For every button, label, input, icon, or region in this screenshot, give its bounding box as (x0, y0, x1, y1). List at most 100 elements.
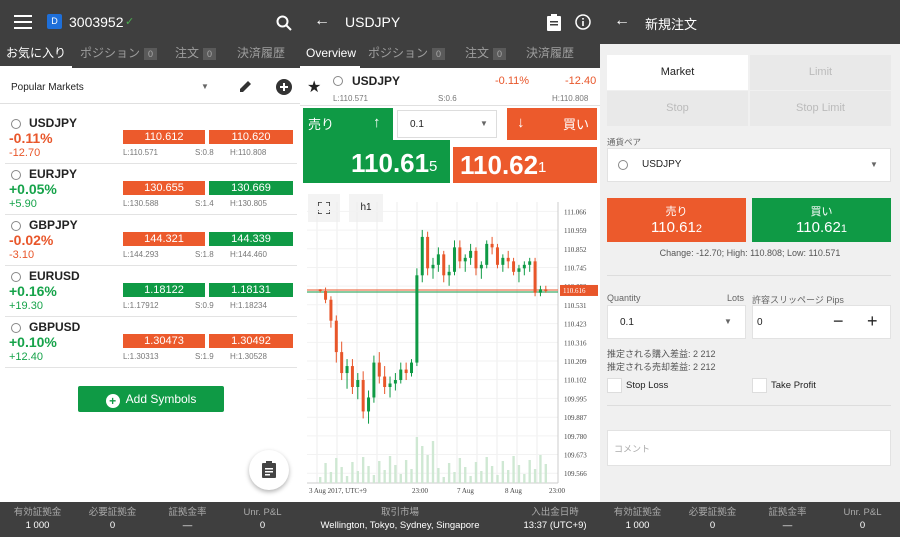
low-label: L:110.571 (333, 94, 368, 103)
ask-price[interactable]: 1.30492 (209, 334, 293, 348)
candle-body (469, 250, 473, 258)
watchlist-row[interactable]: EURUSD +0.16% +19.30 1.18122 1.18131 L:1.1791… (5, 266, 297, 317)
tab-positions[interactable]: ポジション 0 (80, 44, 158, 68)
back-arrow-icon[interactable]: ← (614, 12, 630, 30)
watchlist-selector[interactable]: Popular Markets ▼ (0, 70, 300, 104)
volume-bar (319, 477, 322, 483)
candle-body (506, 257, 510, 262)
spread-label: S:0.8 (195, 148, 214, 157)
volume-bar (345, 476, 349, 483)
volume-bar (469, 476, 472, 483)
ask-price[interactable]: 1.18131 (209, 283, 293, 297)
sell-button[interactable]: 売り 110.612 (607, 198, 746, 242)
watchlist-row[interactable]: GBPUSD +0.10% +12.40 1.30473 1.30492 L:1.3031… (5, 317, 297, 368)
clipboard-icon[interactable] (547, 14, 561, 31)
radio-icon (11, 170, 21, 180)
ask-price[interactable]: 144.339 (209, 232, 293, 246)
volume-bar (447, 463, 451, 483)
watchlist-row[interactable]: EURJPY +0.05% +5.90 130.655 130.669 L:130.588… (5, 164, 297, 215)
bid-price[interactable]: 130.655 (123, 181, 205, 195)
edit-icon[interactable] (238, 79, 253, 94)
y-tick-label: 109.887 (564, 414, 587, 422)
volume-bar (539, 455, 542, 483)
volume-bar (496, 475, 499, 483)
candle-body (420, 236, 424, 276)
volume-bar (335, 458, 338, 483)
order-type-stop-limit[interactable]: Stop Limit (750, 91, 891, 126)
tab-history[interactable]: 決済履歴 (526, 44, 574, 68)
candle-body (404, 369, 408, 374)
quantity-select[interactable]: 0.1 ▼ (397, 110, 497, 138)
buy-button[interactable]: 買い 110.621 (752, 198, 891, 242)
candle-body (383, 376, 387, 388)
order-type-limit[interactable]: Limit (750, 55, 891, 90)
estimated-buy-margin: 推定される購入差益: 2 212 (607, 349, 716, 359)
back-arrow-icon[interactable]: ← (314, 12, 330, 30)
change-percent: -0.11% (495, 75, 530, 87)
take-profit-checkbox[interactable] (752, 378, 767, 393)
volume-bar (329, 472, 333, 483)
add-symbols-button[interactable]: + Add Symbols (78, 386, 224, 412)
candle-body (522, 264, 526, 269)
y-tick-label: 110.745 (564, 264, 587, 272)
add-icon[interactable] (276, 79, 292, 95)
ask-price[interactable]: 130.669 (209, 181, 293, 195)
candle-body (367, 397, 371, 412)
stop-loss-checkbox[interactable] (607, 378, 622, 393)
slippage-input[interactable]: 0 (757, 317, 763, 328)
volume-bar (464, 467, 467, 483)
tab-orders[interactable]: 注文 0 (175, 44, 217, 68)
y-tick-label: 110.102 (564, 377, 587, 385)
tab-history[interactable]: 決済履歴 (237, 44, 285, 68)
candle-body (474, 250, 478, 269)
buy-header[interactable]: ↓ 買い (507, 108, 597, 140)
info-icon[interactable] (575, 14, 591, 30)
bid-price[interactable]: 110.612 (123, 130, 205, 144)
dropdown-icon: ▼ (724, 317, 732, 326)
minus-icon[interactable]: − (833, 311, 844, 332)
sell-header[interactable]: 売り ↑ (303, 108, 393, 140)
bid-price[interactable]: 1.18122 (123, 283, 205, 297)
pair-select[interactable]: USDJPY ▼ (607, 148, 891, 182)
account-id[interactable]: 3003952 (69, 14, 124, 30)
comment-field[interactable]: コメント (607, 430, 891, 466)
x-tick-label: 3 Aug 2017, UTC+9 (309, 487, 367, 495)
plus-icon[interactable]: + (867, 311, 878, 332)
divider (607, 275, 891, 276)
bid-price[interactable]: 1.30473 (123, 334, 205, 348)
low-label: L:110.571 (123, 148, 158, 157)
star-icon[interactable]: ★ (307, 77, 321, 97)
slippage-stepper[interactable]: 0 − + (752, 305, 891, 339)
candle-body (340, 352, 344, 374)
price-chart[interactable]: 111.066110.959110.852110.745110.638110.5… (300, 190, 600, 500)
volume-bar (399, 474, 402, 483)
menu-icon[interactable] (14, 15, 32, 29)
tab-positions[interactable]: ポジション 0 (368, 44, 446, 68)
candle-body (528, 261, 532, 265)
tab-favorites[interactable]: お気に入り (0, 44, 72, 68)
order-type-market[interactable]: Market (607, 55, 748, 90)
sell-price-button[interactable]: 110.61 5 (303, 140, 450, 183)
account-summary-bar: 有効証拠金 1 000 必要証拠金 0 証拠金率 — Unr. P&L 0 (0, 502, 300, 537)
volume-bar (533, 469, 537, 483)
x-tick-label: 7 Aug (457, 487, 474, 495)
bid-price[interactable]: 144.321 (123, 232, 205, 246)
quantity-select[interactable]: 0.1 ▼ (607, 305, 746, 339)
candle-body (377, 362, 381, 377)
candle-body (517, 268, 521, 272)
buy-price-button[interactable]: 110.62 1 (453, 147, 597, 183)
candle-body (436, 254, 440, 265)
tab-overview[interactable]: Overview (300, 44, 360, 68)
pair-label: 通貨ペア (607, 137, 642, 147)
volume-bar (421, 446, 424, 483)
search-icon[interactable] (276, 15, 292, 31)
order-type-stop[interactable]: Stop (607, 91, 748, 126)
volume-bar (523, 474, 526, 483)
instrument-title: USDJPY (345, 14, 401, 30)
watchlist-row[interactable]: USDJPY -0.11% -12.70 110.612 110.620 L:110.57… (5, 113, 297, 164)
ask-price[interactable]: 110.620 (209, 130, 293, 144)
spread-label: S:0.9 (195, 301, 214, 310)
tab-orders[interactable]: 注文 0 (465, 44, 507, 68)
clipboard-fab[interactable] (249, 450, 289, 490)
watchlist-row[interactable]: GBPJPY -0.02% -3.10 144.321 144.339 L:144.293… (5, 215, 297, 266)
